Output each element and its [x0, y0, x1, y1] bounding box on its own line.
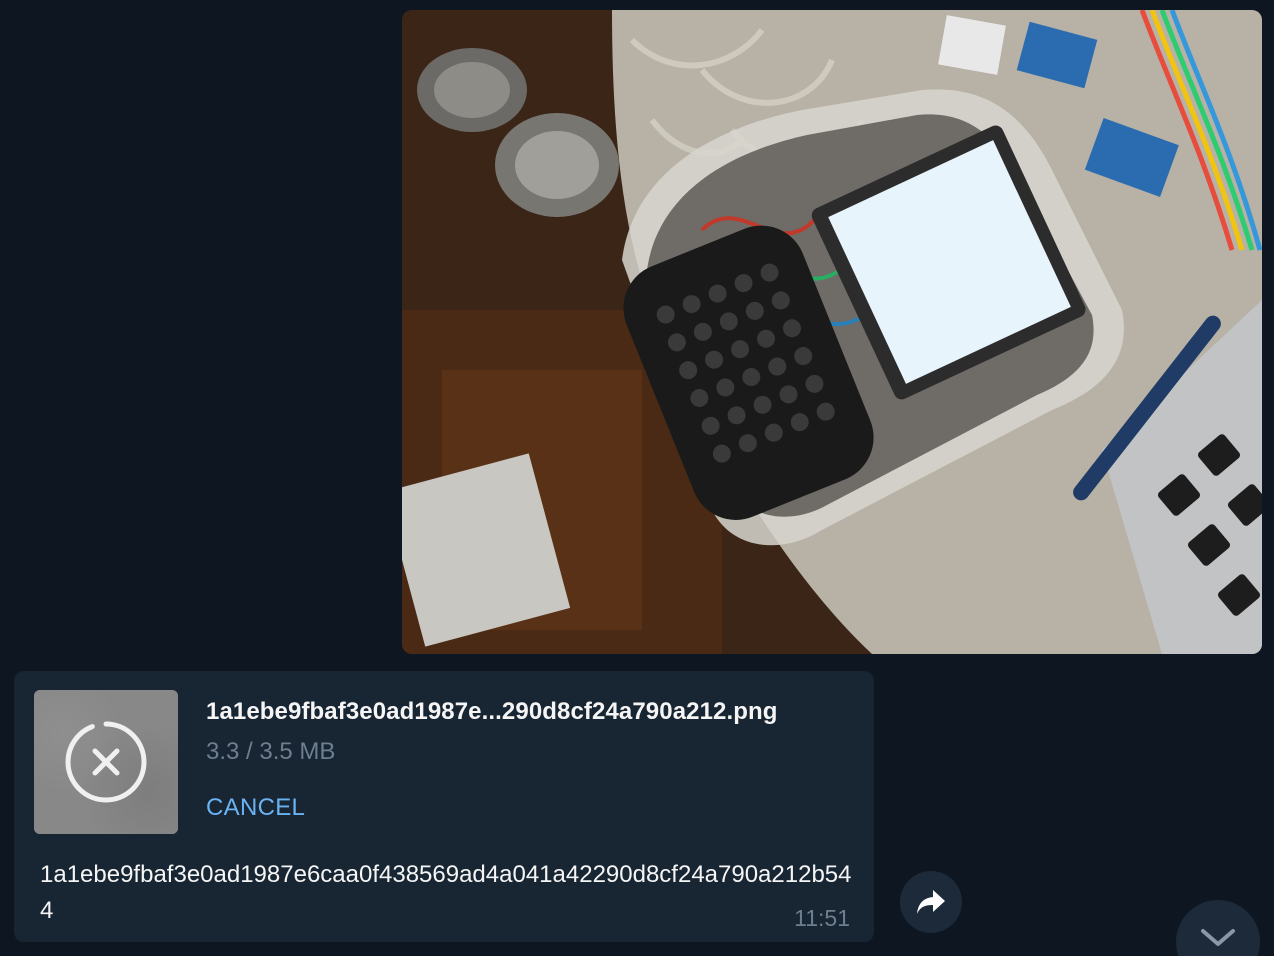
- file-message-bubble: 1a1ebe9fbaf3e0ad1987e...290d8cf24a790a21…: [14, 671, 874, 942]
- photo-message[interactable]: [402, 10, 1262, 654]
- close-icon: [65, 721, 147, 803]
- forward-icon: [917, 890, 945, 914]
- chevron-down-icon: [1201, 929, 1235, 946]
- scroll-to-bottom-button[interactable]: [1176, 900, 1260, 956]
- message-caption: 1a1ebe9fbaf3e0ad1987e6caa0f438569ad4a041…: [40, 861, 852, 924]
- file-size-progress: 3.3 / 3.5 MB: [206, 738, 336, 765]
- message-time: 11:51: [794, 905, 850, 931]
- file-name: 1a1ebe9fbaf3e0ad1987e...290d8cf24a790a21…: [206, 698, 778, 725]
- file-thumbnail[interactable]: [34, 690, 178, 834]
- photo-image: [402, 10, 1262, 654]
- cancel-download-button[interactable]: [64, 720, 148, 804]
- cancel-button[interactable]: CANCEL: [206, 794, 305, 822]
- chat-view: 1a1ebe9fbaf3e0ad1987e...290d8cf24a790a21…: [0, 0, 1274, 956]
- forward-button[interactable]: [900, 871, 962, 933]
